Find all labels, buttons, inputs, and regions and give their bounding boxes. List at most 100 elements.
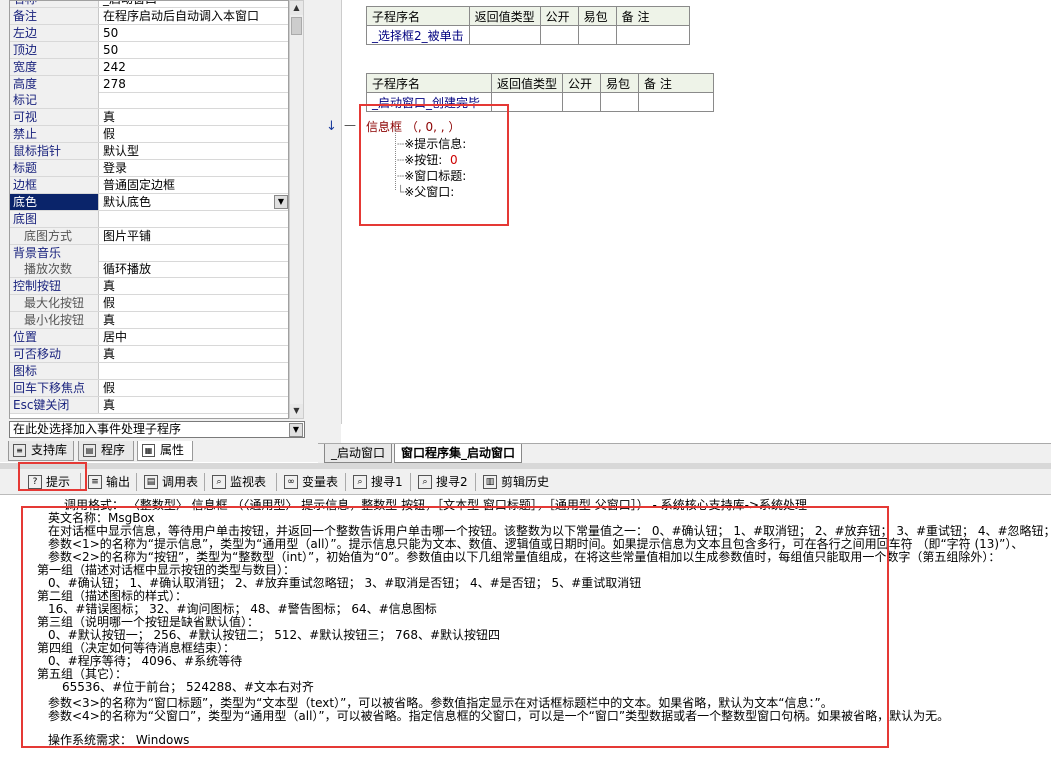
scroll-down-icon[interactable]: ▼ — [290, 404, 303, 418]
cell-remark[interactable] — [638, 92, 714, 112]
property-value[interactable]: 登录 — [101, 160, 287, 176]
property-value[interactable]: 假 — [101, 295, 287, 311]
property-value[interactable] — [101, 92, 287, 108]
property-row[interactable]: 图标 — [10, 362, 288, 380]
property-row[interactable]: 边框 普通固定边框 — [10, 176, 288, 194]
property-row[interactable]: 可视真 — [10, 109, 288, 127]
property-row[interactable]: 宽度 242 — [10, 58, 288, 76]
property-value[interactable]: 图片平铺 — [101, 228, 287, 244]
property-scrollbar[interactable]: ▲ ▼ — [289, 0, 304, 419]
cell-remark[interactable] — [615, 25, 691, 45]
property-value[interactable] — [101, 211, 287, 227]
property-value[interactable]: 默认型 — [101, 143, 287, 159]
arrow-down-icon: ↓ — [326, 119, 337, 134]
tab-properties[interactable]: ▦ 属性 — [137, 441, 193, 461]
property-row[interactable]: 顶边 50 — [10, 41, 288, 59]
property-value[interactable]: 在程序启动后自动调入本窗口 — [101, 8, 287, 24]
property-row[interactable]: 可否移动真 — [10, 345, 288, 363]
property-value[interactable]: _启动窗口 — [101, 1, 287, 7]
property-row[interactable]: 底图方式 图片平铺 — [10, 227, 288, 245]
property-name: 宽度 — [10, 58, 99, 75]
property-value[interactable]: 真 — [101, 312, 287, 328]
divider — [345, 473, 346, 491]
tab-window-assembly[interactable]: 窗口程序集_启动窗口 — [394, 444, 523, 463]
cell-public[interactable] — [562, 92, 602, 112]
property-value[interactable]: 普通固定边框 — [101, 177, 287, 193]
property-row[interactable]: 播放次数 循环播放 — [10, 261, 288, 279]
property-name: 底图 — [10, 210, 99, 227]
tab-program[interactable]: ▤ 程序 — [78, 441, 134, 461]
tab-output[interactable]: ≡ 输出 — [86, 472, 130, 492]
property-name: 顶边 — [10, 41, 99, 58]
cell-public[interactable] — [539, 25, 579, 45]
property-value[interactable]: 默认底色 — [101, 194, 287, 210]
property-row[interactable]: 备注 在程序启动后自动调入本窗口 — [10, 7, 288, 25]
property-row[interactable]: 标记 — [10, 92, 288, 110]
subroutine-name[interactable]: _选择框2_被单击 — [366, 25, 470, 45]
property-value[interactable]: 假 — [101, 126, 287, 142]
clipboard-icon: ▥ — [483, 475, 497, 489]
property-value[interactable]: 278 — [101, 76, 287, 92]
property-row[interactable]: 位置 居中 — [10, 329, 288, 346]
property-value[interactable]: 242 — [101, 59, 287, 75]
property-row[interactable]: 标题 登录 — [10, 160, 288, 177]
scroll-up-icon[interactable]: ▲ — [290, 1, 303, 15]
cell-epackage[interactable] — [600, 92, 640, 112]
property-value[interactable]: 真 — [101, 346, 287, 362]
chevron-down-icon[interactable]: ▼ — [274, 194, 288, 209]
tab-support-library[interactable]: ≡ 支持库 — [8, 441, 74, 461]
property-value[interactable]: 50 — [101, 42, 287, 58]
left-tabs: ≡ 支持库 ▤ 程序 ▦ 属性 — [0, 441, 320, 462]
property-value[interactable]: 真 — [101, 397, 287, 413]
property-row[interactable]: 名称_启动窗口 — [10, 1, 288, 8]
property-value[interactable]: 50 — [101, 25, 287, 41]
cell-epackage[interactable] — [577, 25, 617, 45]
property-value[interactable]: 真 — [101, 109, 287, 125]
property-row[interactable]: Esc键关闭真 — [10, 396, 288, 414]
property-row[interactable]: 底图 — [10, 210, 288, 228]
property-row[interactable]: 背景音乐 — [10, 244, 288, 262]
property-row[interactable]: 高度 278 — [10, 75, 288, 93]
property-row[interactable]: 最大化按钮假 — [10, 295, 288, 313]
property-row[interactable]: 最小化按钮真 — [10, 312, 288, 330]
chevron-down-icon[interactable]: ▼ — [289, 423, 303, 437]
property-value[interactable] — [101, 363, 287, 379]
property-row[interactable]: 底色 默认底色 ▼ — [10, 193, 288, 211]
header-epackage: 易包 — [600, 73, 640, 93]
tab-label: 变量表 — [302, 475, 339, 489]
tab-call-table[interactable]: ▤ 调用表 — [142, 472, 198, 492]
tab-clip-history[interactable]: ▥ 剪辑历史 — [481, 472, 549, 492]
tab-startup-window[interactable]: _启动窗口 — [324, 444, 393, 463]
tab-search2[interactable]: ⌕ 搜寻2 — [416, 472, 468, 492]
output-toolbar: ? 提示 ≡ 输出 ▤ 调用表 ⌕ 监视表 ∞ 变量表 ⌕ 搜寻1 ⌕ 搜寻2 ▥ 剪辑历史 — [0, 469, 1051, 495]
divider — [410, 473, 411, 491]
divider — [204, 473, 205, 491]
tab-variables[interactable]: ∞ 变量表 — [282, 472, 338, 492]
property-row[interactable]: 鼠标指针 默认型 — [10, 143, 288, 161]
property-value[interactable]: 居中 — [101, 329, 287, 345]
property-value[interactable]: 真 — [101, 278, 287, 294]
library-icon: ≡ — [13, 444, 26, 457]
panel-splitter[interactable] — [311, 0, 341, 445]
property-value[interactable] — [101, 245, 287, 261]
property-value[interactable]: 假 — [101, 380, 287, 396]
property-name: 鼠标指针 — [10, 143, 99, 160]
tab-watch[interactable]: ⌕ 监视表 — [210, 472, 266, 492]
property-row[interactable]: 回车下移焦点假 — [10, 379, 288, 397]
tab-label: 调用表 — [162, 475, 199, 489]
property-grid[interactable]: 名称_启动窗口备注在程序启动后自动调入本窗口左边50顶边50宽度242高度278… — [9, 0, 289, 419]
properties-icon: ▦ — [142, 444, 155, 457]
property-value[interactable]: 循环播放 — [101, 261, 287, 277]
variables-icon: ∞ — [284, 475, 298, 489]
property-name: 图标 — [10, 362, 99, 379]
cell-return[interactable] — [468, 25, 541, 45]
magnifier-icon: ⌕ — [212, 475, 226, 489]
property-row[interactable]: 禁止假 — [10, 126, 288, 144]
tab-search1[interactable]: ⌕ 搜寻1 — [351, 472, 403, 492]
property-row[interactable]: 控制按钮真 — [10, 278, 288, 296]
tab-label: 搜寻2 — [436, 475, 468, 489]
scroll-thumb[interactable] — [291, 17, 302, 35]
property-name: 背景音乐 — [10, 244, 99, 261]
event-selector[interactable]: 在此处选择加入事件处理子程序 ▼ — [9, 421, 305, 438]
property-row[interactable]: 左边 50 — [10, 24, 288, 42]
